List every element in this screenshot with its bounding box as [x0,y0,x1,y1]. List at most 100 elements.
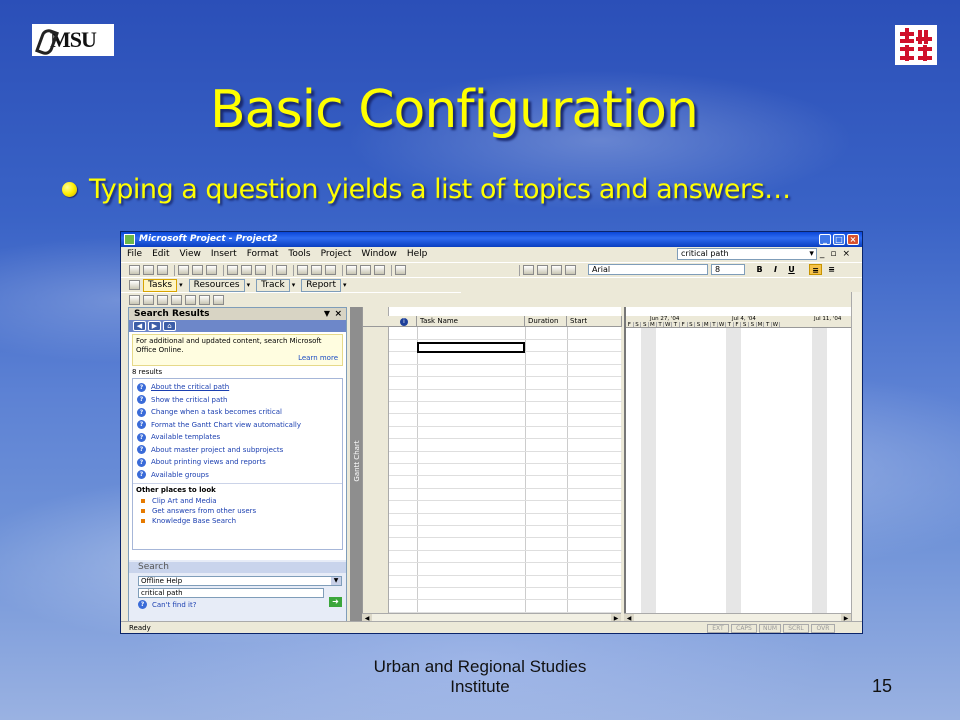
scroll-left-icon[interactable] [523,265,534,275]
search-input[interactable]: critical path [138,588,324,598]
assign-resources-icon[interactable] [374,265,385,275]
view-tracking-icon[interactable] [143,295,154,305]
outdent-icon[interactable] [551,265,562,275]
indent-icon[interactable] [565,265,576,275]
undo-icon[interactable] [276,265,287,275]
task-info-icon[interactable] [346,265,357,275]
chevron-down-icon[interactable]: ▼ [331,577,341,585]
resources-dropdown-icon[interactable]: ▾ [247,281,251,289]
col-task-name[interactable]: Task Name [417,316,525,327]
menu-project[interactable]: Project [321,249,352,259]
search-go-button[interactable]: ➜ [329,597,342,607]
selected-cell[interactable] [417,342,525,353]
paste-icon[interactable] [255,265,266,275]
tab-report[interactable]: Report [301,278,342,292]
tab-resources[interactable]: Resources [188,278,245,292]
bullet-icon [141,509,145,513]
result-item[interactable]: ? About the critical path [133,381,342,394]
print-preview-icon[interactable] [192,265,203,275]
menu-edit[interactable]: Edit [152,249,169,259]
link-tasks-icon[interactable] [311,265,322,275]
hyperlink-icon[interactable] [297,265,308,275]
menu-tools[interactable]: Tools [288,249,310,259]
print-icon[interactable] [178,265,189,275]
report-dropdown-icon[interactable]: ▾ [343,281,347,289]
tasks-dropdown-icon[interactable]: ▾ [179,281,183,289]
vertical-scrollbar[interactable] [851,292,861,623]
day-label: T [726,322,734,328]
col-start[interactable]: Start [567,316,622,327]
track-dropdown-icon[interactable]: ▾ [292,281,296,289]
results-list: ? About the critical path ? Show the criti… [132,378,343,550]
pane-close-icon[interactable]: × [334,308,342,320]
cant-find-link[interactable]: ? Can't find it? [138,600,346,609]
view-sheet-icon[interactable] [213,295,224,305]
view-network-icon[interactable] [157,295,168,305]
view-gantt-icon[interactable] [129,295,140,305]
window-titlebar: Microsoft Project - Project2 _ □ × [121,232,862,247]
learn-more-link[interactable]: Learn more [298,354,338,363]
pane-menu-icon[interactable]: ▼ [324,308,330,320]
slide-footer: Urban and Regional Studies Institute [330,657,630,697]
menu-insert[interactable]: Insert [211,249,237,259]
menu-file[interactable]: File [127,249,142,259]
bold-button[interactable]: B [753,264,766,275]
other-place-link[interactable]: Get answers from other users [133,506,342,516]
result-item[interactable]: ? Change when a task becomes critical [133,406,342,419]
col-indicators[interactable]: i [389,316,417,327]
result-item[interactable]: ? Show the critical path [133,394,342,407]
view-bar[interactable]: Gantt Chart [350,307,362,623]
scroll-right-icon[interactable] [537,265,548,275]
result-item[interactable]: ? Available templates [133,431,342,444]
font-name-select[interactable]: Arial [588,264,708,275]
maximize-button[interactable]: □ [833,234,845,245]
day-label: T [672,322,680,328]
result-item[interactable]: ? About master project and subprojects [133,444,342,457]
day-label: S [688,322,696,328]
home-icon[interactable]: ⌂ [163,321,176,331]
forward-icon[interactable]: ▶ [148,321,161,331]
col-duration[interactable]: Duration [525,316,567,327]
open-icon[interactable] [143,265,154,275]
project-guide-icon[interactable] [129,280,140,290]
unlink-tasks-icon[interactable] [325,265,336,275]
save-icon[interactable] [157,265,168,275]
copy-icon[interactable] [241,265,252,275]
help-icon[interactable] [395,265,406,275]
menu-window[interactable]: Window [361,249,397,259]
spelling-icon[interactable] [206,265,217,275]
align-center-button[interactable]: ≡ [825,264,838,275]
other-place-link[interactable]: Clip Art and Media [133,496,342,506]
other-place-link[interactable]: Knowledge Base Search [133,516,342,526]
view-calendar-icon[interactable] [171,295,182,305]
font-size-select[interactable]: 8 [711,264,745,275]
search-scope-select[interactable]: Offline Help ▼ [138,576,342,586]
ask-question-box[interactable]: critical path [677,248,817,260]
tab-track[interactable]: Track [256,278,290,292]
minimize-button[interactable]: _ [819,234,831,245]
result-item[interactable]: ? Format the Gantt Chart view automatical… [133,419,342,432]
office-online-notice: For additional and updated content, sear… [132,334,343,366]
menu-help[interactable]: Help [407,249,428,259]
underline-button[interactable]: U [785,264,798,275]
notes-icon[interactable] [360,265,371,275]
tab-tasks[interactable]: Tasks [143,278,178,292]
italic-button[interactable]: I [769,264,782,275]
align-left-button[interactable]: ≡ [809,264,822,275]
menu-view[interactable]: View [180,249,201,259]
new-icon[interactable] [129,265,140,275]
result-count: 8 results [132,368,163,376]
result-item[interactable]: ? About printing views and reports [133,456,342,469]
search-heading: Search [129,562,346,573]
cut-icon[interactable] [227,265,238,275]
result-item[interactable]: ? Available groups [133,469,342,482]
bullet-text: Typing a question yields a list of topic… [89,174,791,205]
close-button[interactable]: × [847,234,859,245]
footer-line: Institute [450,677,510,696]
status-ext: EXT [707,624,729,633]
view-usage-icon[interactable] [199,295,210,305]
menu-format[interactable]: Format [247,249,279,259]
back-icon[interactable]: ◀ [133,321,146,331]
document-window-controls[interactable]: ▾_▫× [809,249,856,259]
view-resource-icon[interactable] [185,295,196,305]
